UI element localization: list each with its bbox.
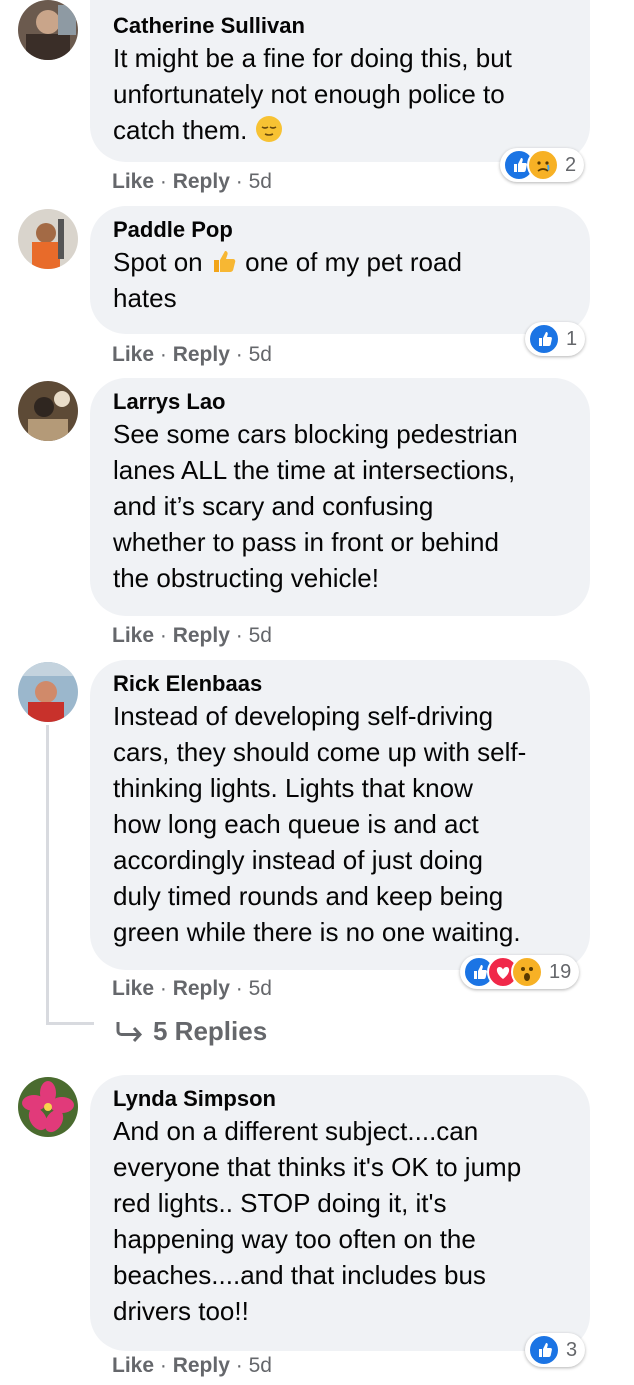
comment-line: duly timed rounds and keep being — [113, 881, 504, 911]
avatar[interactable] — [18, 662, 78, 722]
relieved-face-icon — [255, 115, 283, 143]
like-button[interactable]: Like — [112, 977, 154, 1000]
author-name[interactable]: Larrys Lao — [113, 388, 568, 416]
timestamp[interactable]: 5d — [249, 170, 272, 193]
avatar[interactable] — [18, 1077, 78, 1137]
comment-line: red lights.. STOP doing it, it's — [113, 1188, 447, 1218]
comment-bubble: Catherine Sullivan It might be a fine fo… — [90, 0, 590, 162]
separator: · — [154, 343, 173, 366]
like-icon — [528, 1334, 560, 1366]
comment-actions: Like · Reply · 5d — [112, 623, 272, 649]
comment-bubble: Lynda Simpson And on a different subject… — [90, 1075, 590, 1351]
like-icon — [528, 323, 560, 355]
comment-line: drivers too!! — [113, 1296, 249, 1326]
separator: · — [154, 977, 173, 1000]
comment-line: lanes ALL the time at intersections, — [113, 455, 516, 485]
comment-line-text: Spot on — [113, 247, 203, 277]
timestamp[interactable]: 5d — [249, 1354, 272, 1377]
reaction-count: 1 — [566, 327, 578, 350]
separator: · — [229, 170, 249, 193]
separator: · — [229, 1354, 249, 1377]
author-name[interactable]: Paddle Pop — [113, 216, 568, 244]
avatar[interactable] — [18, 0, 78, 60]
separator: · — [154, 1354, 173, 1377]
comment-line: and it’s scary and confusing — [113, 491, 434, 521]
comment-text: Instead of developing self-driving cars,… — [113, 698, 568, 950]
reply-button[interactable]: Reply — [173, 170, 230, 193]
reaction-count: 2 — [565, 153, 577, 176]
comment-actions: Like · Reply · 5d — [112, 976, 272, 1002]
avatar[interactable] — [18, 209, 78, 269]
comment-bubble: Larrys Lao See some cars blocking pedest… — [90, 378, 590, 616]
reaction-summary[interactable]: 2 — [500, 148, 585, 182]
comment-line: Spot on one of my pet road — [113, 244, 568, 280]
reaction-count: 3 — [566, 1338, 578, 1361]
reply-button[interactable]: Reply — [173, 624, 230, 647]
reply-button[interactable]: Reply — [173, 977, 230, 1000]
comment-text: It might be a fine for doing this, but u… — [113, 40, 568, 148]
separator: · — [229, 977, 249, 1000]
avatar[interactable] — [18, 381, 78, 441]
comment-actions: Like · Reply · 5d — [112, 169, 272, 195]
timestamp[interactable]: 5d — [249, 343, 272, 366]
separator: · — [229, 343, 249, 366]
comment-line: beaches....and that includes bus — [113, 1260, 486, 1290]
like-button[interactable]: Like — [112, 343, 154, 366]
reaction-count: 19 — [549, 960, 572, 983]
comment-line: See some cars blocking pedestrian — [113, 419, 518, 449]
reaction-summary[interactable]: 1 — [525, 322, 586, 356]
comment-line: happening way too often on the — [113, 1224, 476, 1254]
comment-line: hates — [113, 283, 177, 313]
like-button[interactable]: Like — [112, 170, 154, 193]
reply-button[interactable]: Reply — [173, 1354, 230, 1377]
comment-line: accordingly instead of just doing — [113, 845, 484, 875]
sad-icon — [527, 149, 559, 181]
comment-actions: Like · Reply · 5d — [112, 1353, 272, 1379]
author-name[interactable]: Lynda Simpson — [113, 1085, 568, 1113]
separator: · — [154, 170, 173, 193]
reply-arrow-icon — [115, 1019, 145, 1045]
wow-icon — [511, 956, 543, 988]
comment-line: catch them. — [113, 112, 568, 148]
comment-line: Instead of developing self-driving — [113, 701, 494, 731]
comment-bubble: Rick Elenbaas Instead of developing self… — [90, 660, 590, 970]
author-name[interactable]: Rick Elenbaas — [113, 670, 568, 698]
timestamp[interactable]: 5d — [249, 977, 272, 1000]
comment-line: And on a different subject....can — [113, 1116, 479, 1146]
comment-bubble: Paddle Pop Spot on one of my pet road ha… — [90, 206, 590, 334]
reaction-summary[interactable]: 3 — [525, 1333, 586, 1367]
comment-line-text: one of my pet road — [245, 247, 462, 277]
replies-label: 5 Replies — [153, 1016, 268, 1046]
author-name[interactable]: Catherine Sullivan — [113, 12, 568, 40]
thumbs-up-icon — [210, 247, 238, 275]
reply-button[interactable]: Reply — [173, 343, 230, 366]
comment-line: It might be a fine for doing this, but — [113, 43, 512, 73]
comment-line: whether to pass in front or behind — [113, 527, 499, 557]
comment-text: And on a different subject....can everyo… — [113, 1113, 568, 1329]
view-replies-button[interactable]: 5 Replies — [115, 1016, 267, 1047]
comment-text: Spot on one of my pet road hates — [113, 244, 568, 316]
thread-connector — [46, 1022, 94, 1025]
separator: · — [229, 624, 249, 647]
timestamp[interactable]: 5d — [249, 624, 272, 647]
like-button[interactable]: Like — [112, 624, 154, 647]
comment-line: the obstructing vehicle! — [113, 563, 379, 593]
comment-line: green while there is no one waiting. — [113, 917, 521, 947]
comment-line-text: catch them. — [113, 115, 248, 145]
comment-line: thinking lights. Lights that know — [113, 773, 473, 803]
comment-actions: Like · Reply · 5d — [112, 342, 272, 368]
like-button[interactable]: Like — [112, 1354, 154, 1377]
comment-line: cars, they should come up with self- — [113, 737, 527, 767]
reaction-summary[interactable]: 19 — [460, 955, 580, 989]
comment-text: See some cars blocking pedestrian lanes … — [113, 416, 568, 596]
comment-line: unfortunately not enough police to — [113, 79, 505, 109]
comment-line: everyone that thinks it's OK to jump — [113, 1152, 522, 1182]
comment-line: how long each queue is and act — [113, 809, 479, 839]
thread-connector — [46, 725, 49, 1025]
separator: · — [154, 624, 173, 647]
